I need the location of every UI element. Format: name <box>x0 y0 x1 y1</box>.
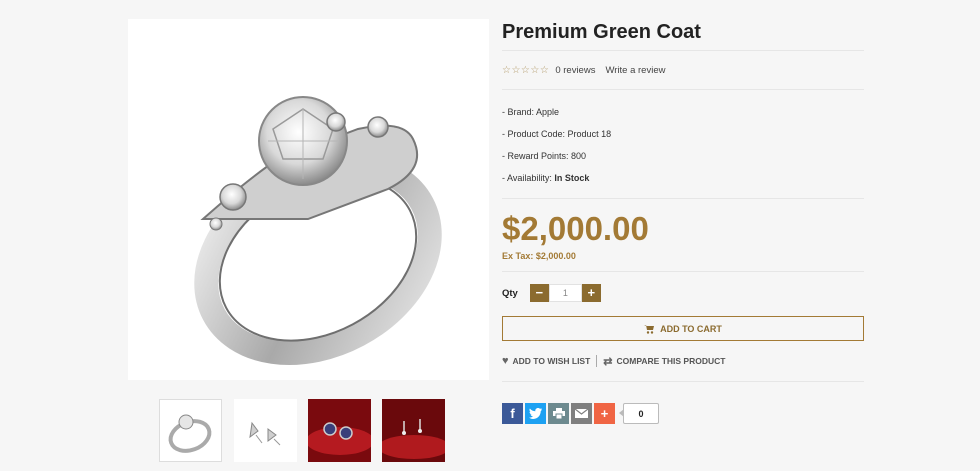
share-bar: f + 0 <box>502 403 659 424</box>
qty-increase-button[interactable]: + <box>581 284 601 302</box>
printer-icon <box>552 408 565 419</box>
print-share-button[interactable] <box>548 403 569 424</box>
availability-label: - Availability: <box>502 173 552 183</box>
email-share-button[interactable] <box>571 403 592 424</box>
brand-label: - Brand: <box>502 107 535 117</box>
divider <box>502 381 864 382</box>
brand-link[interactable]: Apple <box>536 107 559 117</box>
write-review-link[interactable]: Write a review <box>605 65 665 76</box>
product-code-value: Product 18 <box>567 129 612 139</box>
thumbnail-blue-earrings[interactable] <box>308 399 371 462</box>
reviews-link[interactable]: 0 reviews <box>555 65 595 76</box>
divider <box>502 198 864 199</box>
ex-tax-line: Ex Tax: $2,000.00 <box>502 251 864 261</box>
heart-icon: ♥ <box>502 355 509 367</box>
availability-value: In Stock <box>554 173 590 183</box>
rating-stars: ☆☆☆☆☆ <box>502 64 550 76</box>
cart-icon <box>644 324 655 334</box>
brand-line: - Brand: Apple <box>502 101 864 123</box>
thumbnail-ring[interactable] <box>159 399 222 462</box>
compare-icon: ⇄ <box>603 355 613 368</box>
compare-product-button[interactable]: COMPARE THIS PRODUCT <box>617 356 726 366</box>
availability-line: - Availability: In Stock <box>502 167 864 189</box>
facebook-share-button[interactable]: f <box>502 403 523 424</box>
twitter-share-button[interactable] <box>525 403 546 424</box>
qty-decrease-button[interactable]: − <box>529 284 549 302</box>
thumbnail-strip <box>159 399 449 463</box>
add-to-wishlist-button[interactable]: ADD TO WISH LIST <box>513 356 591 366</box>
more-share-button[interactable]: + <box>594 403 615 424</box>
main-product-image[interactable] <box>128 19 489 380</box>
product-title: Premium Green Coat <box>502 21 701 43</box>
product-price: $2,000.00 <box>502 210 649 247</box>
rating-row: ☆☆☆☆☆ 0 reviews Write a review <box>502 51 864 89</box>
facebook-icon: f <box>510 406 515 421</box>
qty-label: Qty <box>502 287 518 299</box>
product-info-list: - Brand: Apple - Product Code: Product 1… <box>502 90 864 198</box>
product-code-label: - Product Code: <box>502 129 566 139</box>
add-to-cart-button[interactable]: ADD TO CART <box>502 316 864 341</box>
product-details: Premium Green Coat ☆☆☆☆☆ 0 reviews Write… <box>502 14 864 382</box>
quantity-row: Qty − 1 + <box>502 272 864 314</box>
qty-input[interactable]: 1 <box>548 284 582 302</box>
ex-tax-value: $2,000.00 <box>535 251 576 261</box>
share-count-badge: 0 <box>619 403 659 424</box>
twitter-icon <box>529 408 542 419</box>
thumbnail-stud-earrings[interactable] <box>382 399 445 462</box>
product-code-line: - Product Code: Product 18 <box>502 123 864 145</box>
reward-points-value: 800 <box>571 151 587 161</box>
separator <box>596 355 598 367</box>
secondary-actions: ♥ ADD TO WISH LIST ⇄ COMPARE THIS PRODUC… <box>502 341 864 381</box>
ex-tax-label: Ex Tax: <box>502 251 534 261</box>
envelope-icon <box>575 409 588 418</box>
plus-icon: + <box>600 406 609 421</box>
thumbnail-earrings[interactable] <box>234 399 297 462</box>
add-to-cart-label: ADD TO CART <box>660 323 722 334</box>
reward-points-line: - Reward Points: 800 <box>502 145 864 167</box>
reward-points-label: - Reward Points: <box>502 151 569 161</box>
